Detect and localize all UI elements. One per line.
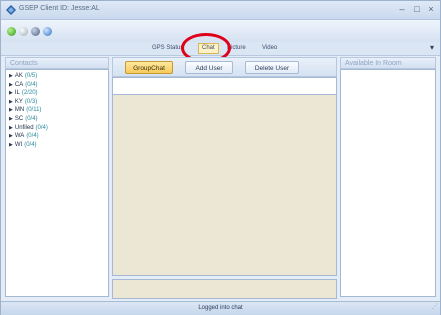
contact-group-wi[interactable]: ▶ WI (0/4) <box>9 141 108 150</box>
contact-group-mn[interactable]: ▶ MN (0/11) <box>9 106 108 115</box>
contact-group-il[interactable]: ▶ IL (2/20) <box>9 89 108 98</box>
expand-arrow-icon[interactable]: ▶ <box>9 82 13 88</box>
status-bar: Logged into chat ⋰ <box>1 301 440 315</box>
contact-group-ky[interactable]: ▶ KY (0/3) <box>9 98 108 107</box>
contact-group-count: (0/4) <box>25 115 38 122</box>
contact-group-count: (0/11) <box>26 107 42 114</box>
available-in-room-header: Available In Room <box>340 57 436 69</box>
app-logo-icon <box>6 5 16 15</box>
contact-group-ak[interactable]: ▶ AK (0/5) <box>9 72 108 81</box>
title-bar[interactable]: GSEP Client ID: Jesse:AL – □ × <box>1 1 440 20</box>
add-user-button[interactable]: Add User <box>185 61 233 74</box>
info-icon[interactable] <box>43 27 52 36</box>
contacts-header: Contacts <box>5 57 109 69</box>
contact-group-name: IL <box>14 90 20 97</box>
contact-group-name: WA <box>14 133 25 140</box>
contact-group-count: (0/5) <box>24 73 38 79</box>
resize-grip-icon[interactable]: ⋰ <box>432 301 438 314</box>
group-chat-button[interactable]: GroupChat <box>125 61 173 74</box>
expand-arrow-icon[interactable]: ▶ <box>9 125 13 131</box>
expand-arrow-icon[interactable]: ▶ <box>9 142 13 148</box>
room-members-list[interactable] <box>340 69 436 297</box>
expand-arrow-icon[interactable]: ▶ <box>9 107 13 113</box>
contact-group-count: (2/20) <box>21 90 38 97</box>
contact-group-sc[interactable]: ▶ SC (0/4) <box>9 115 108 124</box>
status-text: Logged into chat <box>198 305 243 311</box>
maximize-icon[interactable]: □ <box>411 3 423 15</box>
expand-arrow-icon[interactable]: ▶ <box>9 73 13 79</box>
expand-arrow-icon[interactable]: ▶ <box>9 99 13 105</box>
contact-group-name: AK <box>14 73 23 79</box>
contact-group-name: KY <box>14 98 23 105</box>
chat-messages-area[interactable] <box>112 94 337 276</box>
tab-video[interactable]: Video <box>259 43 280 54</box>
chat-button-bar: GroupChat Add User Delete User <box>112 57 337 77</box>
contact-group-count: (0/4) <box>35 124 48 131</box>
close-icon[interactable]: × <box>425 3 437 15</box>
contact-group-count: (0/4) <box>24 141 37 148</box>
contact-group-ca[interactable]: ▶ CA (0/4) <box>9 81 108 90</box>
contact-group-count: (0/4) <box>25 81 38 88</box>
contacts-list[interactable]: ▶ AK (0/5) ▶ CA (0/4) ▶ IL (2/20) ▶ KY (0/3) ▶ MN… <box>5 69 109 297</box>
contact-group-name: SC <box>14 115 24 122</box>
contact-group-name: WI <box>14 141 23 148</box>
contact-group-count: (0/3) <box>24 98 38 105</box>
gray-status-icon[interactable] <box>19 27 28 36</box>
chat-message-input[interactable] <box>112 279 337 299</box>
delete-user-button[interactable]: Delete User <box>245 61 299 74</box>
chat-participants-area[interactable] <box>112 77 337 95</box>
contact-group-name: CA <box>14 81 24 88</box>
expand-arrow-icon[interactable]: ▶ <box>9 133 13 139</box>
green-status-icon[interactable] <box>7 27 16 36</box>
contact-group-wa[interactable]: ▶ WA (0/4) <box>9 132 108 141</box>
expand-arrow-icon[interactable]: ▶ <box>9 116 13 122</box>
contact-group-name: Unfiled <box>14 124 34 131</box>
app-window: GSEP Client ID: Jesse:AL – □ × GPS Statu… <box>0 0 441 315</box>
connect-icon[interactable] <box>31 27 40 36</box>
contact-group-name: MN <box>14 107 25 114</box>
expand-arrow-icon[interactable]: ▶ <box>9 90 13 96</box>
minimize-icon[interactable]: – <box>396 3 408 15</box>
ribbon-options-icon[interactable]: ▾ <box>430 43 434 52</box>
contact-group-unfiled[interactable]: ▶ Unfiled (0/4) <box>9 124 108 133</box>
contact-group-count: (0/4) <box>26 133 39 140</box>
window-title: GSEP Client ID: Jesse:AL <box>19 5 100 12</box>
